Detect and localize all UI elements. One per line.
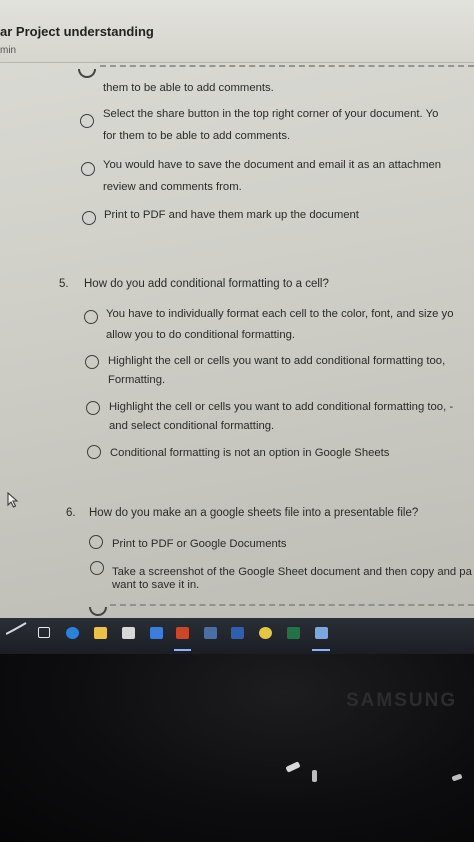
radio-button[interactable] <box>80 114 94 128</box>
radio-button-partial[interactable] <box>89 607 107 616</box>
task-view-icon[interactable] <box>38 627 50 638</box>
active-indicator <box>174 649 191 651</box>
mail-icon[interactable] <box>150 627 163 639</box>
form-time-estimate: min <box>0 45 17 56</box>
file-explorer-icon[interactable] <box>94 627 107 639</box>
radio-button[interactable] <box>90 561 104 575</box>
form-header: ar Project understanding min <box>0 0 474 63</box>
option-text: You would have to save the document and … <box>103 159 442 171</box>
radio-button[interactable] <box>89 535 103 549</box>
radio-button[interactable] <box>86 401 100 415</box>
excel-icon[interactable] <box>287 627 300 639</box>
option-text: review and comments from. <box>103 181 242 193</box>
option-text: want to save it in. <box>112 579 200 591</box>
cut-off-text-line <box>100 63 474 69</box>
chrome-icon[interactable] <box>259 627 272 639</box>
option-text: Print to PDF or Google Documents <box>112 538 287 550</box>
monitor-bezel <box>0 654 474 842</box>
radio-button[interactable] <box>87 445 101 459</box>
radio-button[interactable] <box>81 162 95 176</box>
question-text: How do you make an a google sheets file … <box>89 507 419 519</box>
form-title: ar Project understanding <box>0 24 154 39</box>
word-icon[interactable] <box>231 627 244 639</box>
app-icon[interactable] <box>204 627 217 639</box>
option-text: Formatting. <box>108 374 166 386</box>
question-text: How do you add conditional formatting to… <box>84 278 329 290</box>
option-text: and select conditional formatting. <box>109 420 275 432</box>
cut-off-text-line <box>110 600 474 608</box>
screen: ar Project understanding min them to be … <box>0 0 474 618</box>
active-indicator <box>312 649 330 651</box>
active-app-icon[interactable] <box>315 627 328 639</box>
radio-button[interactable] <box>82 211 96 225</box>
radio-button[interactable] <box>85 355 99 369</box>
powerpoint-icon[interactable] <box>176 627 189 639</box>
edge-browser-icon[interactable] <box>66 627 79 639</box>
option-text: Select the share button in the top right… <box>103 108 439 120</box>
option-text: Print to PDF and have them mark up the d… <box>104 209 359 221</box>
option-text: Conditional formatting is not an option … <box>110 447 390 459</box>
radio-button[interactable] <box>84 310 98 324</box>
option-text: You have to individually format each cel… <box>106 308 454 320</box>
option-text: allow you to do conditional formatting. <box>106 329 296 341</box>
option-text: Highlight the cell or cells you want to … <box>109 401 454 413</box>
light-reflection <box>312 770 317 782</box>
option-text: Highlight the cell or cells you want to … <box>108 355 446 367</box>
option-text: for them to be able to add comments. <box>103 130 291 142</box>
monitor-brand-logo: SAMSUNG <box>346 690 458 711</box>
question-number: 5. <box>59 278 69 290</box>
taskbar <box>0 618 474 654</box>
option-text: them to be able to add comments. <box>103 82 274 94</box>
pen-icon <box>6 622 27 635</box>
question-number: 6. <box>66 507 76 519</box>
store-icon[interactable] <box>122 627 135 639</box>
mouse-cursor-icon <box>7 492 19 508</box>
